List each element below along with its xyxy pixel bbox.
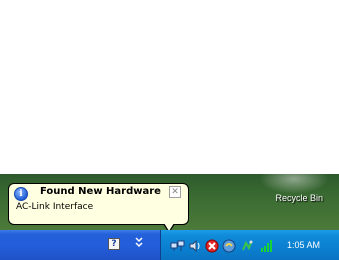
recycle-bin-label[interactable]: Recycle Bin <box>275 193 323 203</box>
balloon-title: Found New Hardware <box>40 186 161 197</box>
sound-icon[interactable] <box>188 238 202 253</box>
clock[interactable]: 1:05 AM <box>287 240 320 250</box>
desktop-glow <box>259 174 329 194</box>
close-button[interactable]: ✕ <box>169 186 181 198</box>
chevron-double-down-icon[interactable] <box>134 234 144 252</box>
signal-bars-icon[interactable] <box>260 238 274 252</box>
network-icon[interactable] <box>170 238 185 252</box>
info-icon: i <box>14 187 28 201</box>
help-icon[interactable]: ? <box>108 238 120 250</box>
update-icon[interactable] <box>222 238 236 253</box>
balloon-message: AC-Link Interface <box>16 202 94 212</box>
hardware-icon[interactable] <box>240 238 254 252</box>
security-alert-icon[interactable] <box>205 238 219 253</box>
